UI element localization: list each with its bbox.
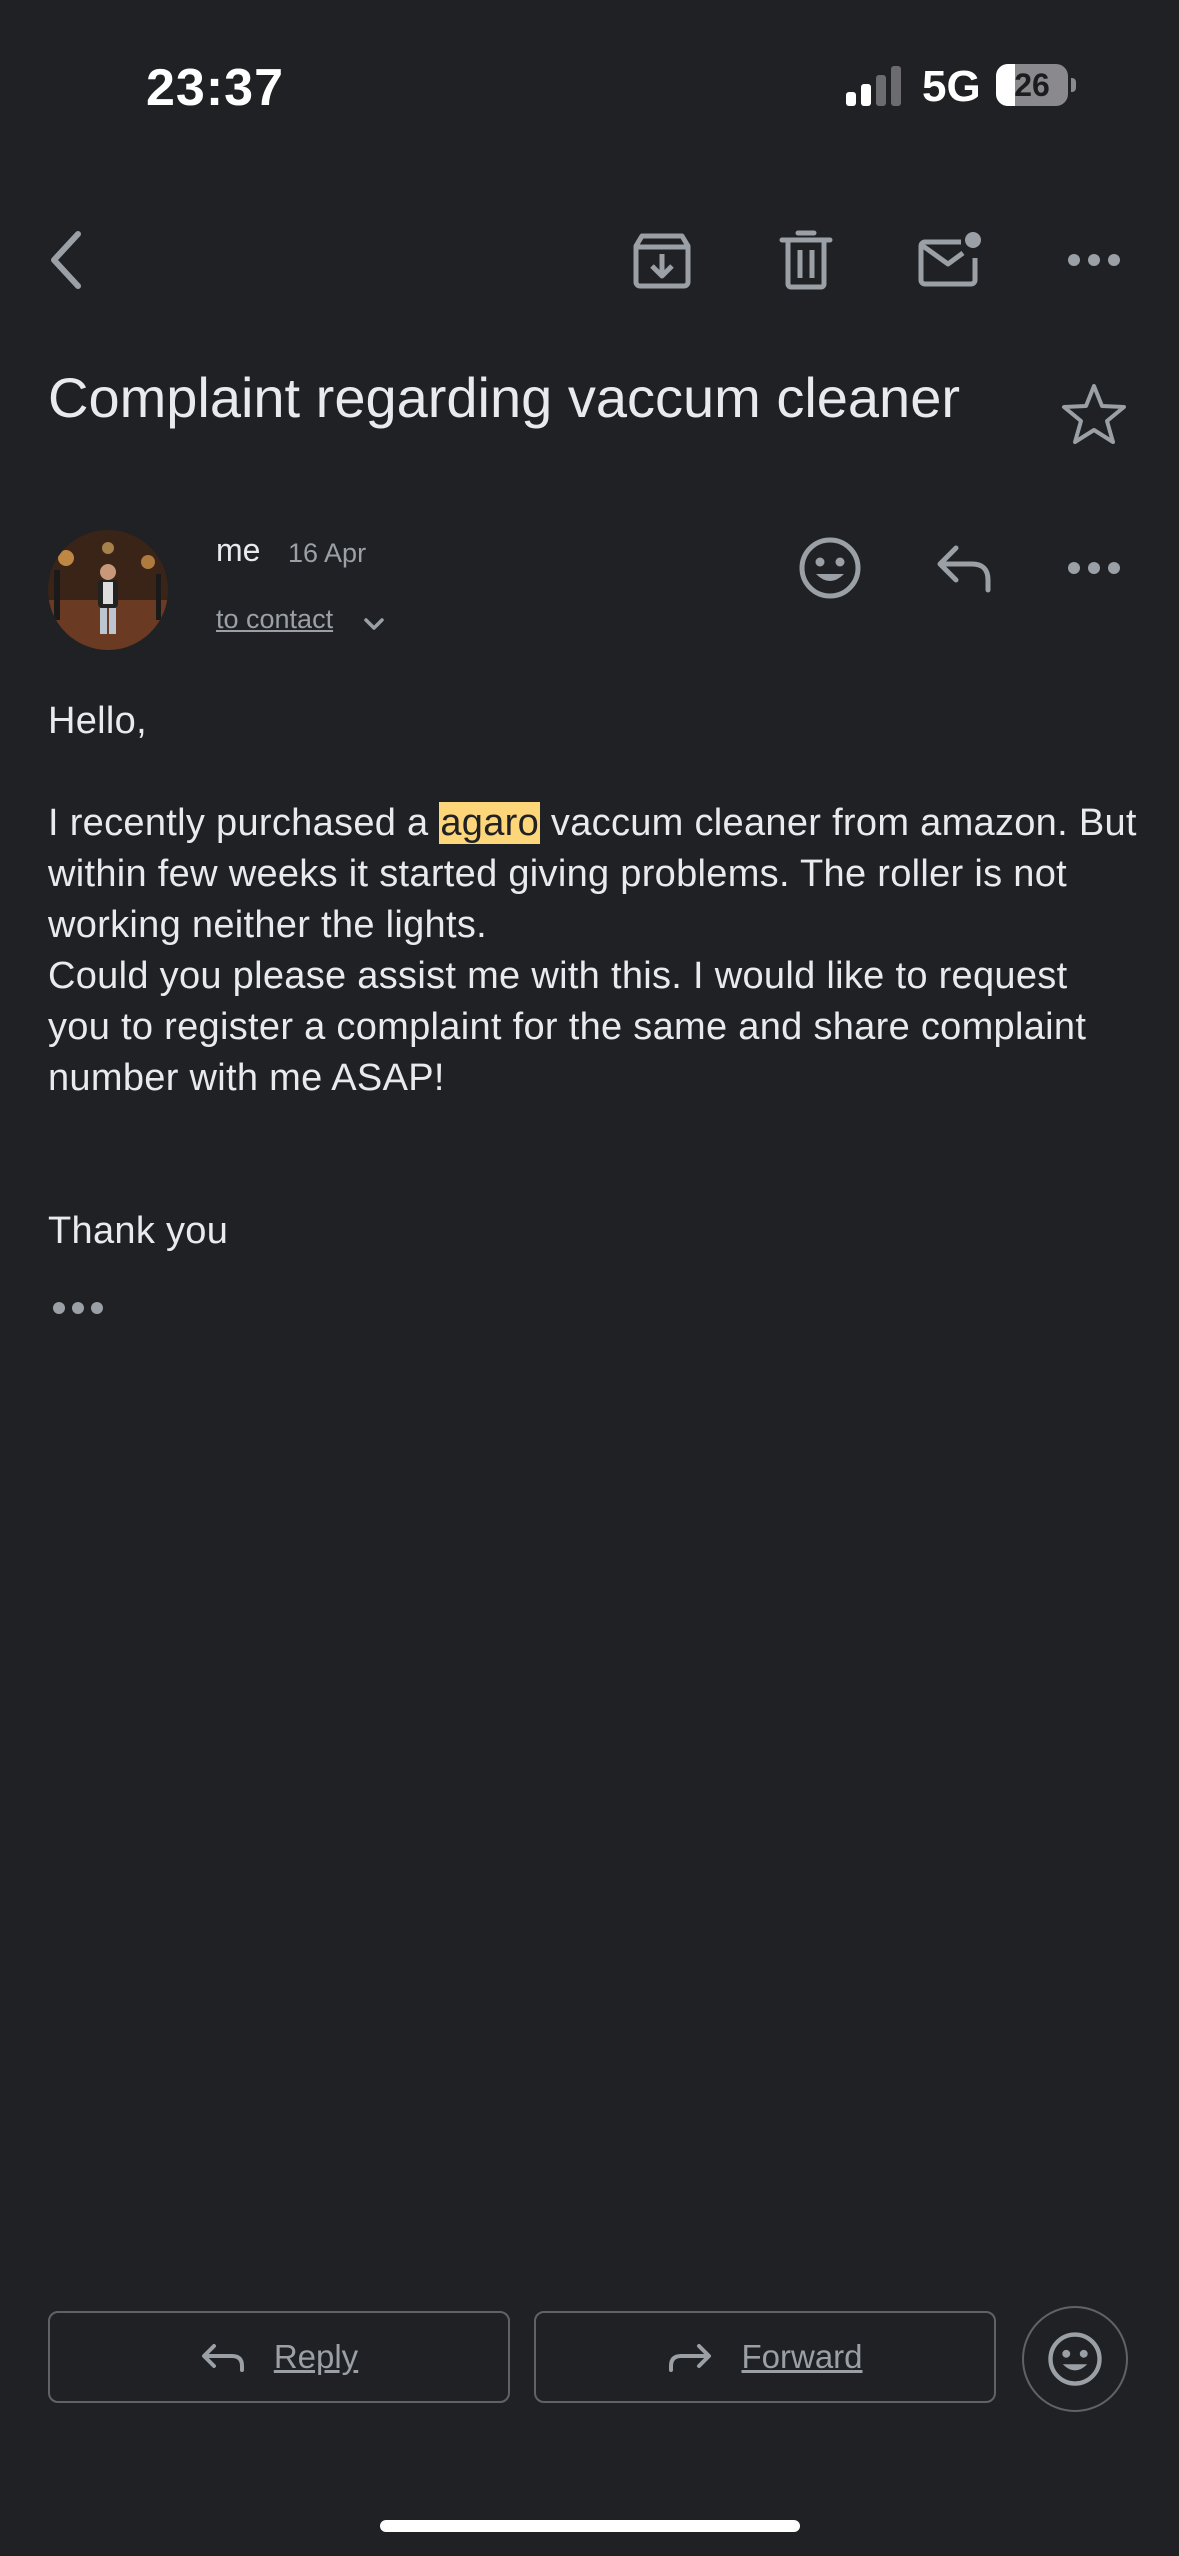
email-body: Hello, I recently purchased a agaro vacc…: [48, 696, 1138, 1257]
avatar[interactable]: [48, 530, 168, 650]
body-paragraph-1: I recently purchased a agaro vaccum clea…: [48, 798, 1138, 951]
highlighted-search-term: agaro: [439, 802, 541, 844]
status-time: 23:37: [146, 59, 284, 117]
smiley-icon: [1048, 2332, 1102, 2386]
reply-icon[interactable]: [928, 532, 1000, 604]
forward-label: Forward: [741, 2338, 863, 2375]
body-closing: Thank you: [48, 1210, 229, 1252]
chevron-down-icon[interactable]: [360, 610, 388, 643]
cellular-signal-icon: [846, 64, 906, 108]
battery-level: 26: [1014, 67, 1050, 103]
sender-name: me: [216, 532, 261, 568]
email-subject: Complaint regarding vaccum cleaner: [48, 366, 960, 429]
forward-arrow-icon: [669, 2344, 712, 2372]
body-greeting: Hello,: [48, 700, 147, 742]
battery-icon: 26: [996, 64, 1078, 108]
reply-button[interactable]: Reply: [48, 2311, 510, 2403]
star-icon[interactable]: [1058, 378, 1130, 455]
more-options-icon[interactable]: [1058, 224, 1130, 296]
home-indicator[interactable]: [380, 2520, 800, 2532]
react-emoji-button[interactable]: [1022, 2306, 1128, 2412]
show-trimmed-content-icon[interactable]: [52, 1300, 104, 1321]
body-text: I recently purchased a: [48, 802, 440, 844]
reply-arrow-icon: [201, 2344, 244, 2372]
recipient-details-link[interactable]: to contact: [216, 604, 333, 635]
email-date: 16 Apr: [288, 538, 367, 568]
mark-unread-icon[interactable]: [914, 224, 986, 296]
reply-label: Reply: [273, 2338, 359, 2375]
message-more-icon[interactable]: [1058, 532, 1130, 604]
back-arrow-icon[interactable]: [30, 224, 102, 296]
forward-button[interactable]: Forward: [534, 2311, 996, 2403]
trash-icon[interactable]: [770, 224, 842, 296]
body-paragraph-2: Could you please assist me with this. I …: [48, 955, 1108, 1099]
archive-icon[interactable]: [626, 224, 698, 296]
emoji-reaction-icon[interactable]: [794, 532, 866, 604]
network-type: 5G: [922, 62, 981, 111]
